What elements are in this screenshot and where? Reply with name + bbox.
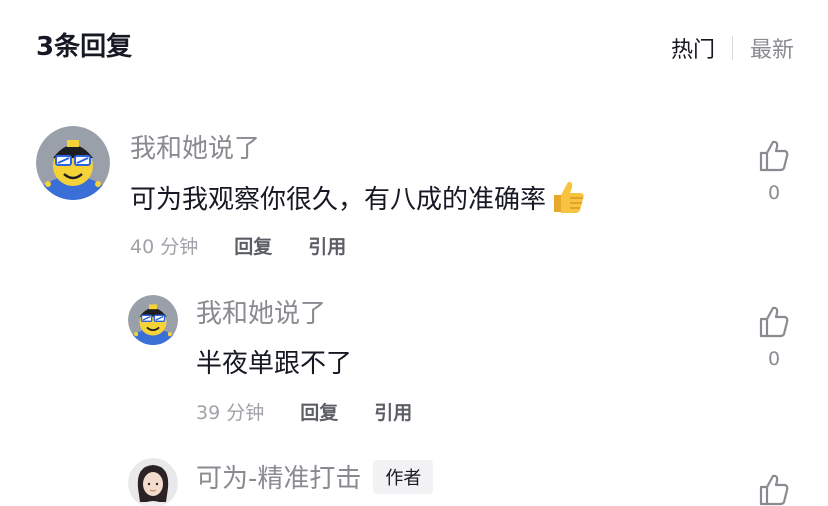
comment-text-body: 可为我观察你很久，有八成的准确率 [130,184,547,215]
quote-button[interactable]: 引用 [374,398,412,425]
comment-username: 可为-精准打击 作者 [196,458,434,495]
comment-text: 可为我观察你很久，有八成的准确率 [130,178,586,216]
reply-button[interactable]: 回复 [234,232,272,259]
avatar-portrait-icon [128,458,178,506]
comment-username[interactable]: 我和她说了 [130,128,260,165]
comment-meta: 39 分钟 回复 引用 [196,398,412,425]
like-count: 0 [767,182,781,204]
avatar[interactable] [36,126,110,200]
like-button[interactable]: 0 [754,306,794,370]
comment-text-body: 半夜单跟不了 [196,349,353,379]
avatar[interactable] [128,458,178,506]
replies-count-title: 3条回复 [36,32,133,62]
avatar[interactable] [128,295,178,345]
quote-button[interactable]: 引用 [308,232,346,259]
comment-time: 39 分钟 [196,402,265,424]
thumbs-up-icon [759,306,789,338]
sort-tabs: 热门 最新 [671,32,794,64]
sort-hot-tab[interactable]: 热门 [671,32,715,64]
like-count: 0 [767,348,781,370]
comment-username[interactable]: 我和她说了 [196,293,326,330]
avatar-cartoon-icon [128,295,178,345]
comment-text: 半夜单跟不了 [196,343,352,380]
thumbs-up-icon [759,474,789,506]
comment-meta: 40 分钟 回复 引用 [130,232,346,259]
comment-time: 40 分钟 [130,236,199,258]
like-button[interactable] [754,474,794,506]
author-name[interactable]: 可为-精准打击 [196,458,361,495]
thumbs-up-emoji-icon [554,181,584,213]
thumbs-up-icon [759,140,789,172]
avatar-cartoon-icon [36,126,110,200]
replies-header: 3条回复 热门 最新 [0,0,828,90]
sort-new-tab[interactable]: 最新 [750,32,794,64]
like-button[interactable]: 0 [754,140,794,204]
sort-divider [731,36,733,60]
reply-button[interactable]: 回复 [300,398,338,425]
author-badge: 作者 [373,459,434,494]
